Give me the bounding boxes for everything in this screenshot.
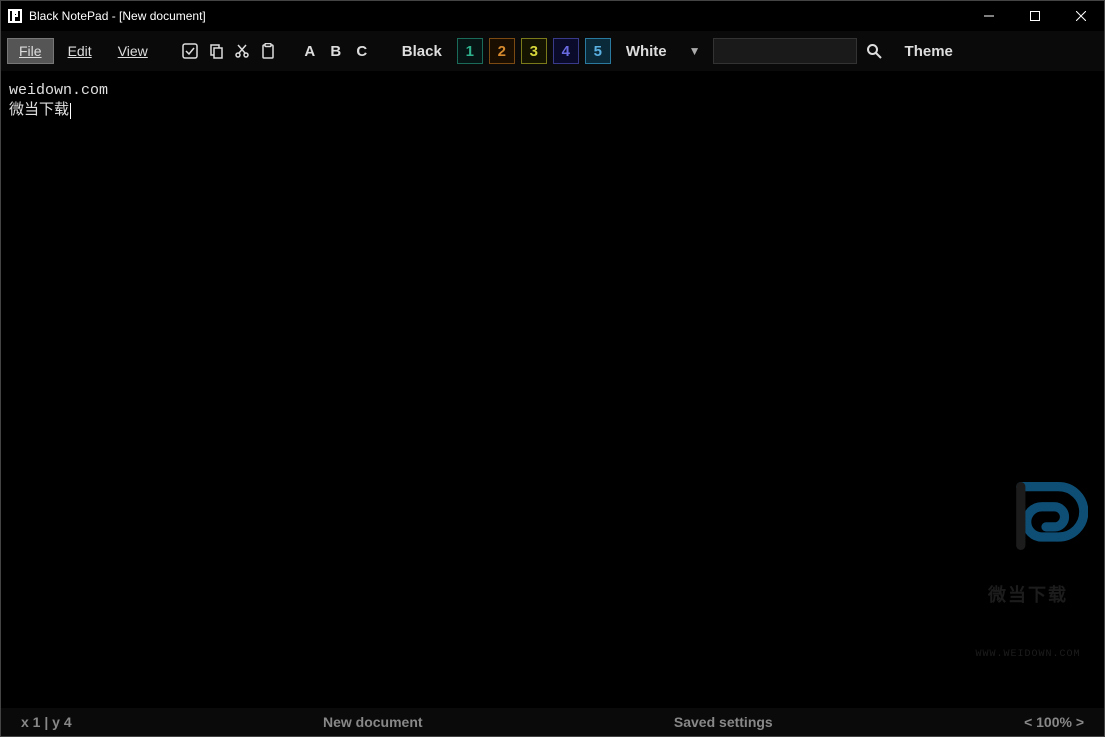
close-button[interactable] — [1058, 1, 1104, 31]
watermark-url: WWW.WEIDOWN.COM — [968, 648, 1088, 661]
statusbar: x 1 | y 4 New document Saved settings < … — [1, 708, 1104, 736]
watermark: 微当下载 WWW.WEIDOWN.COM — [968, 454, 1088, 700]
search-input[interactable] — [713, 38, 857, 64]
status-zoom[interactable]: < 100% > — [1014, 714, 1094, 730]
minimize-button[interactable] — [966, 1, 1012, 31]
chevron-down-icon[interactable]: ▼ — [679, 44, 711, 58]
color-swatch-2[interactable]: 2 — [489, 38, 515, 64]
format-b-button[interactable]: B — [324, 43, 348, 60]
titlebar: Black NotePad - [New document] — [1, 1, 1104, 31]
cut-icon[interactable] — [230, 39, 254, 63]
format-c-button[interactable]: C — [350, 43, 374, 60]
window-title: Black NotePad - [New document] — [29, 9, 206, 23]
text-caret — [70, 103, 71, 119]
status-doc-name: New document — [313, 714, 433, 730]
copy-icon[interactable] — [204, 39, 228, 63]
theme-button[interactable]: Theme — [891, 43, 967, 60]
editor-content: weidown.com 微当下载 — [9, 82, 108, 119]
color-swatch-3[interactable]: 3 — [521, 38, 547, 64]
color-swatch-5[interactable]: 5 — [585, 38, 611, 64]
app-icon — [7, 8, 23, 24]
search-button[interactable] — [859, 36, 889, 66]
select-all-icon[interactable] — [178, 39, 202, 63]
menu-view[interactable]: View — [106, 38, 160, 64]
scheme-black-label[interactable]: Black — [392, 43, 452, 60]
color-swatch-4[interactable]: 4 — [553, 38, 579, 64]
paste-icon[interactable] — [256, 39, 280, 63]
color-swatch-1[interactable]: 1 — [457, 38, 483, 64]
editor-area[interactable]: weidown.com 微当下载 微当下载 WWW.WEIDOWN.COM — [1, 71, 1104, 708]
scheme-white-label[interactable]: White — [616, 43, 677, 60]
format-a-button[interactable]: A — [298, 43, 322, 60]
menu-edit[interactable]: Edit — [56, 38, 104, 64]
status-cursor-pos: x 1 | y 4 — [11, 714, 82, 730]
menu-file[interactable]: File — [7, 38, 54, 64]
toolbar: File Edit View A B C Black 12345 White ▼… — [1, 31, 1104, 71]
status-message: Saved settings — [664, 714, 783, 730]
maximize-button[interactable] — [1012, 1, 1058, 31]
watermark-text: 微当下载 — [968, 586, 1088, 609]
